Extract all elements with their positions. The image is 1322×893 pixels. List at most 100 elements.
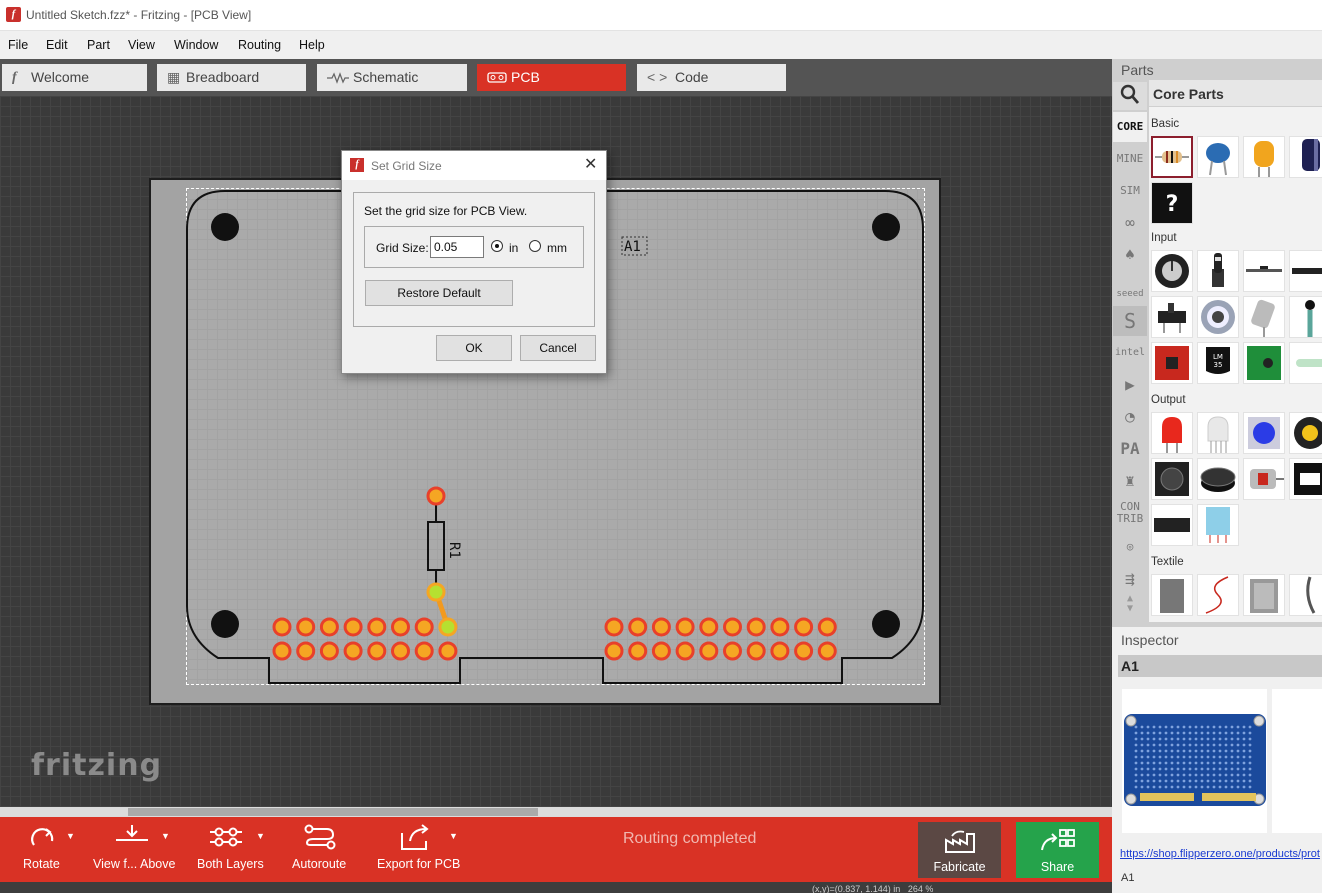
part-speaker[interactable] (1151, 458, 1193, 500)
header-pad[interactable] (414, 617, 434, 637)
inspector-part-link[interactable]: https://shop.flipperzero.one/products/pr… (1120, 848, 1320, 860)
bin-core[interactable]: CORE (1113, 112, 1147, 142)
sensor-bin-icon[interactable]: ◎ (1113, 532, 1147, 562)
part-dc-motor[interactable] (1243, 458, 1285, 500)
header-pad[interactable] (817, 617, 837, 637)
menu-window[interactable]: Window (174, 38, 218, 52)
pa-bin-icon[interactable]: PA (1113, 434, 1147, 464)
header-pad[interactable] (604, 641, 624, 661)
unit-in-radio[interactable] (491, 240, 503, 252)
part-sensor-board[interactable] (1243, 342, 1285, 384)
header-pad[interactable] (699, 641, 719, 661)
header-pad[interactable] (438, 617, 458, 637)
header-pad[interactable] (699, 617, 719, 637)
header-pad[interactable] (604, 617, 624, 637)
part-resistor[interactable] (1151, 136, 1193, 178)
header-pad[interactable] (675, 641, 695, 661)
grid-size-input[interactable] (430, 236, 484, 258)
header-pad[interactable] (391, 617, 410, 637)
menu-view[interactable]: View (128, 38, 155, 52)
unit-mm-radio[interactable] (529, 240, 541, 252)
part-sparkfun-board[interactable] (1151, 342, 1193, 384)
header-pad[interactable] (319, 641, 339, 661)
bin-contrib[interactable]: CON TRIB (1113, 498, 1147, 528)
part-rgb-led[interactable] (1197, 412, 1239, 454)
part-tilt-sensor[interactable] (1243, 296, 1285, 338)
both-layers-button[interactable]: ▼ Both Layers (196, 817, 266, 882)
header-pad[interactable] (438, 641, 458, 661)
snootlab-bin-icon[interactable]: S (1113, 306, 1147, 336)
bin-scroll-arrows-icon[interactable]: ▲ ▼ (1113, 594, 1147, 624)
tab-code[interactable]: < > Code (637, 64, 786, 91)
header-pad[interactable] (746, 641, 766, 661)
part-slide-switch-strip[interactable] (1243, 250, 1285, 292)
pad[interactable] (426, 486, 446, 506)
part-lcd-display[interactable] (1197, 504, 1239, 546)
chip-bin-icon[interactable]: ♜ (1113, 466, 1147, 496)
part-power-led[interactable] (1289, 412, 1322, 454)
export-bin-icon[interactable]: ⇶ (1113, 564, 1147, 594)
header-pad[interactable] (272, 641, 292, 661)
part-slide-potentiometer[interactable] (1197, 250, 1239, 292)
cancel-button[interactable]: Cancel (520, 335, 596, 361)
tab-breadboard[interactable]: ▦ Breadboard (157, 64, 306, 91)
tab-pcb[interactable]: PCB (477, 64, 626, 91)
header-pad[interactable] (628, 617, 648, 637)
part-conductive-thread[interactable] (1197, 574, 1239, 616)
part-led-matrix-driver[interactable] (1151, 504, 1193, 546)
tab-welcome[interactable]: f Welcome (2, 64, 147, 91)
arduino-bin-icon[interactable]: ∞ (1113, 208, 1147, 238)
part-textile-sensor[interactable] (1243, 574, 1285, 616)
part-lm35-sensor[interactable]: LM 35 (1197, 342, 1239, 384)
part-motor-driver[interactable] (1289, 458, 1322, 500)
close-icon[interactable]: ✕ (584, 154, 597, 174)
header-pad[interactable] (651, 617, 671, 637)
part-red-led[interactable] (1151, 412, 1193, 454)
header-pad[interactable] (296, 617, 316, 637)
export-caret-icon[interactable]: ▼ (449, 831, 458, 841)
part-mystery-part[interactable]: ? (1151, 182, 1193, 224)
part-label-a1[interactable]: A1 (624, 239, 641, 255)
header-pad[interactable] (770, 617, 790, 637)
part-ceramic-capacitor[interactable] (1197, 136, 1239, 178)
header-pad[interactable] (746, 617, 766, 637)
part-dip-switch[interactable] (1289, 250, 1322, 292)
layers-caret-icon[interactable]: ▼ (256, 831, 265, 841)
header-pad[interactable] (723, 617, 742, 637)
resistor-body[interactable] (427, 521, 445, 571)
rotate-button[interactable]: ▼ Rotate (20, 817, 80, 882)
header-pad[interactable] (367, 617, 387, 637)
header-pad[interactable] (367, 641, 387, 661)
header-pad[interactable] (628, 641, 648, 661)
gauge-bin-icon[interactable]: ◔ (1113, 402, 1147, 432)
share-button[interactable]: Share (1016, 822, 1099, 878)
part-reed-switch[interactable] (1289, 342, 1322, 384)
autoroute-button[interactable]: Autoroute (291, 817, 351, 882)
part-textile-wire[interactable] (1289, 574, 1322, 616)
seeed-bin-icon[interactable]: seeed (1113, 272, 1147, 302)
header-pad[interactable] (319, 617, 339, 637)
sparkfun-bin-icon[interactable]: ♠ (1113, 240, 1147, 270)
part-piezo-buzzer[interactable] (1197, 458, 1239, 500)
bin-mine[interactable]: MINE (1113, 144, 1147, 174)
ok-button[interactable]: OK (436, 335, 512, 361)
view-from-above-button[interactable]: ▼ View f... Above (92, 817, 177, 882)
view-from-caret-icon[interactable]: ▼ (161, 831, 170, 841)
part-tantalum-capacitor[interactable] (1243, 136, 1285, 178)
header-pad[interactable] (770, 641, 790, 661)
header-pad[interactable] (343, 641, 363, 661)
restore-default-button[interactable]: Restore Default (365, 280, 513, 306)
menu-file[interactable]: File (8, 38, 28, 52)
horizontal-scrollbar[interactable] (0, 807, 1112, 817)
play-bin-icon[interactable]: ▶ (1113, 370, 1147, 400)
header-pad[interactable] (272, 617, 292, 637)
part-rotary-encoder[interactable] (1197, 296, 1239, 338)
menu-part[interactable]: Part (87, 38, 110, 52)
part-blue-led-module[interactable] (1243, 412, 1285, 454)
intel-bin-icon[interactable]: intel (1113, 338, 1147, 368)
tab-schematic[interactable]: Schematic (317, 64, 467, 91)
header-pad[interactable] (343, 617, 363, 637)
part-toggle-switch[interactable] (1151, 296, 1193, 338)
part-textile-patch[interactable] (1151, 574, 1193, 616)
header-pad[interactable] (794, 617, 814, 637)
